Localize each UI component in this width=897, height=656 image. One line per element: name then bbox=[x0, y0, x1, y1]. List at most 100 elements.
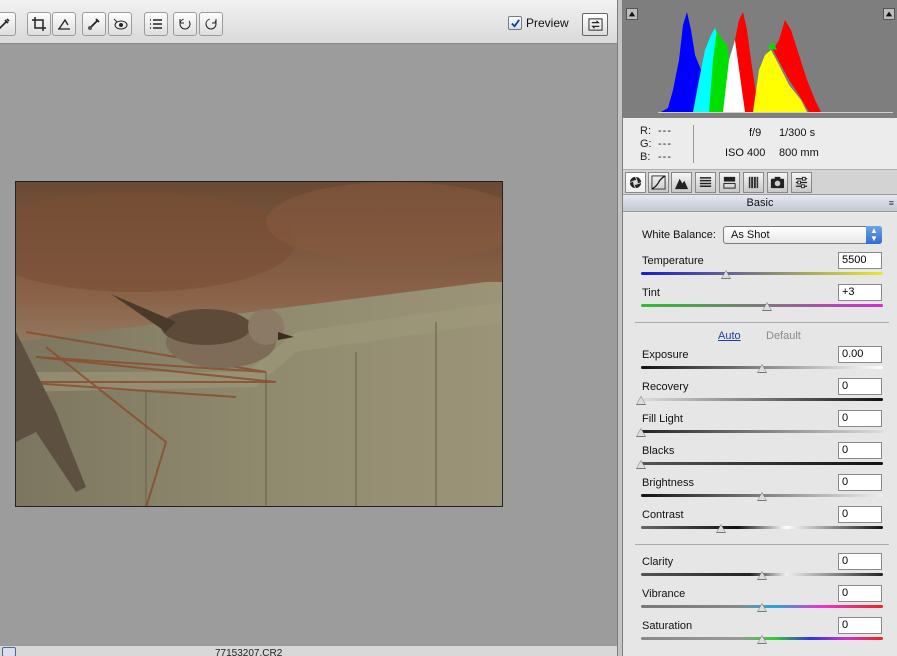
recovery-label: Recovery bbox=[642, 381, 689, 393]
blacks-slider-thumb[interactable] bbox=[636, 460, 646, 469]
filename-label: 77153207.CR2 bbox=[215, 648, 283, 656]
detail-icon bbox=[674, 178, 689, 190]
g-value: --- bbox=[658, 138, 672, 150]
tab-tone-curve[interactable] bbox=[648, 172, 669, 193]
fill-light-field[interactable]: 0 bbox=[838, 410, 882, 427]
red-eye-tool-button[interactable] bbox=[108, 12, 132, 36]
brightness-label: Brightness bbox=[642, 477, 694, 489]
camera-info: R: --- G: --- B: --- f/9 1/300 s ISO 400… bbox=[623, 118, 897, 170]
straighten-tool-button[interactable] bbox=[52, 12, 76, 36]
camera-icon bbox=[770, 176, 785, 189]
b-value: --- bbox=[658, 151, 672, 163]
toolbar: Preview bbox=[0, 0, 617, 44]
tab-lens-corrections[interactable] bbox=[743, 172, 764, 193]
select-arrows-icon: ▲ ▼ bbox=[866, 226, 882, 244]
blacks-label: Blacks bbox=[642, 445, 675, 457]
fullscreen-button[interactable] bbox=[582, 13, 608, 36]
blacks-field[interactable]: 0 bbox=[838, 442, 882, 459]
spot-removal-tool-button[interactable] bbox=[82, 12, 106, 36]
temperature-slider-thumb[interactable] bbox=[720, 270, 731, 279]
vibrance-field[interactable]: 0 bbox=[838, 585, 882, 602]
histogram-graph bbox=[658, 12, 893, 113]
contrast-label: Contrast bbox=[642, 509, 684, 521]
histogram bbox=[623, 0, 897, 118]
panel-tabs bbox=[623, 170, 897, 195]
exposure-slider-thumb[interactable] bbox=[757, 364, 767, 373]
split-toning-icon bbox=[723, 176, 736, 189]
hsl-icon bbox=[699, 177, 712, 187]
rotate-ccw-button[interactable] bbox=[173, 12, 197, 36]
tab-presets[interactable] bbox=[791, 172, 812, 193]
tint-field[interactable]: +3 bbox=[838, 284, 882, 301]
r-value: --- bbox=[658, 125, 672, 137]
preview-area: Preview 77153207.CR2 bbox=[0, 0, 617, 656]
tab-detail[interactable] bbox=[671, 172, 692, 193]
status-bar: 77153207.CR2 bbox=[0, 645, 617, 656]
brightness-slider-thumb[interactable] bbox=[757, 492, 767, 501]
fill-light-slider-track[interactable] bbox=[641, 430, 883, 433]
preview-label: Preview bbox=[526, 16, 569, 30]
vibrance-slider-thumb[interactable] bbox=[757, 603, 767, 612]
white-balance-label: White Balance: bbox=[642, 229, 716, 241]
tint-slider-thumb[interactable] bbox=[761, 302, 772, 311]
g-label: G: bbox=[640, 138, 652, 150]
temperature-field[interactable]: 5500 bbox=[838, 252, 882, 269]
image-canvas bbox=[0, 45, 617, 645]
tab-hsl[interactable] bbox=[695, 172, 716, 193]
blacks-slider-track[interactable] bbox=[641, 462, 883, 465]
panel-header: Basic ≡ bbox=[623, 196, 897, 212]
saturation-field[interactable]: 0 bbox=[838, 617, 882, 634]
clarity-slider-thumb[interactable] bbox=[757, 571, 767, 580]
camera-raw-window: Preview 77153207.CR2 R: --- G: --- B: --… bbox=[0, 0, 897, 656]
rotate-cw-button[interactable] bbox=[199, 12, 223, 36]
aperture-value: f/9 bbox=[749, 127, 762, 139]
preview-checkbox[interactable] bbox=[508, 16, 522, 30]
eye-icon bbox=[113, 18, 128, 30]
fill-light-slider-thumb[interactable] bbox=[636, 428, 646, 437]
vibrance-label: Vibrance bbox=[642, 588, 686, 600]
auto-link[interactable]: Auto bbox=[718, 330, 741, 342]
photo-preview[interactable] bbox=[15, 181, 503, 507]
brightness-field[interactable]: 0 bbox=[838, 474, 882, 491]
preferences-button[interactable] bbox=[144, 12, 168, 36]
contrast-slider-track[interactable] bbox=[641, 526, 883, 529]
basic-panel: White Balance: As Shot ▲ ▼ Temperature 55… bbox=[623, 213, 897, 656]
rotate-left-icon bbox=[179, 18, 191, 30]
straighten-icon bbox=[58, 18, 70, 30]
clarity-field[interactable]: 0 bbox=[838, 553, 882, 570]
panel-menu-icon[interactable]: ≡ bbox=[889, 196, 894, 211]
tone-curve-icon bbox=[651, 175, 666, 190]
recovery-field[interactable]: 0 bbox=[838, 378, 882, 395]
temperature-slider-track[interactable] bbox=[641, 272, 883, 275]
presets-icon bbox=[795, 176, 808, 189]
tint-label: Tint bbox=[642, 287, 660, 299]
clarity-label: Clarity bbox=[642, 556, 674, 568]
temperature-label: Temperature bbox=[642, 255, 704, 267]
panel-title: Basic bbox=[746, 197, 774, 209]
preview-toggle[interactable]: Preview bbox=[508, 16, 569, 30]
tab-split-toning[interactable] bbox=[719, 172, 740, 193]
recovery-slider-thumb[interactable] bbox=[636, 396, 646, 405]
recovery-slider-track[interactable] bbox=[641, 398, 883, 401]
crop-icon bbox=[32, 17, 46, 31]
tab-basic[interactable] bbox=[625, 172, 646, 193]
white-balance-select[interactable]: As Shot ▲ ▼ bbox=[723, 226, 882, 244]
lens-icon bbox=[748, 176, 759, 189]
default-link[interactable]: Default bbox=[766, 330, 801, 342]
right-panel: R: --- G: --- B: --- f/9 1/300 s ISO 400… bbox=[623, 0, 897, 656]
info-divider bbox=[693, 125, 694, 163]
tab-camera-calibration[interactable] bbox=[767, 172, 788, 193]
fullscreen-icon bbox=[587, 18, 603, 31]
white-balance-tool-button[interactable] bbox=[0, 12, 16, 36]
contrast-slider-thumb[interactable] bbox=[715, 524, 726, 533]
contrast-field[interactable]: 0 bbox=[838, 506, 882, 523]
sparrow-photo-image bbox=[16, 182, 502, 506]
b-label: B: bbox=[640, 151, 651, 163]
crop-tool-button[interactable] bbox=[27, 12, 51, 36]
saturation-slider-thumb[interactable] bbox=[757, 635, 767, 644]
eyedropper-icon bbox=[0, 18, 10, 30]
zoom-button[interactable] bbox=[2, 647, 16, 656]
exposure-field[interactable]: 0.00 bbox=[838, 346, 882, 363]
separator bbox=[635, 322, 889, 323]
aperture-icon bbox=[629, 176, 642, 189]
